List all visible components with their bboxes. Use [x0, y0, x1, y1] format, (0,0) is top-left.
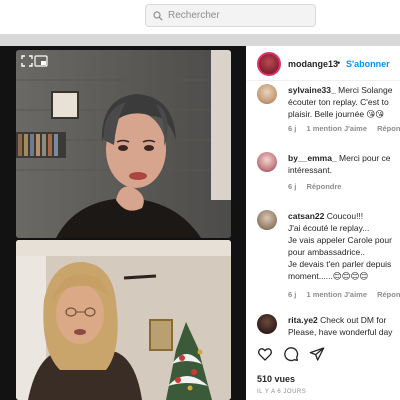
post-actions: [257, 346, 397, 364]
expand-icon[interactable]: [20, 54, 34, 68]
avatar[interactable]: [257, 210, 277, 230]
comment-line: J'ai écouté le replay...: [288, 223, 370, 233]
divider: [247, 80, 400, 81]
comment-likes[interactable]: 1 mention J'aime: [306, 124, 367, 133]
top-bar: [0, 0, 400, 34]
heart-icon[interactable]: [257, 346, 273, 362]
separator-dot: •: [337, 58, 341, 68]
comment-line: Check out DM for: [320, 315, 387, 325]
comment-line: intéressant.: [288, 165, 332, 175]
comment-line: Merci pour ce: [339, 153, 391, 163]
comment-line: Je devais t'en parler depuis: [288, 259, 392, 269]
reply-button[interactable]: Répon: [377, 124, 400, 133]
comment-username[interactable]: catsan22: [288, 211, 324, 221]
comment-icon[interactable]: [283, 346, 299, 362]
reply-button[interactable]: Répon: [377, 290, 400, 299]
overlay-strip: [0, 34, 400, 46]
view-count: 510 vues: [257, 374, 296, 384]
reply-button[interactable]: Répondre: [306, 182, 341, 191]
search-bar[interactable]: [145, 4, 316, 27]
follow-button[interactable]: S'abonner: [346, 59, 390, 69]
comment-meta: 6 j 1 mention J'aime Répon: [288, 124, 400, 133]
avatar[interactable]: [257, 84, 277, 104]
comment-meta: 6 j 1 mention J'aime Répon: [288, 290, 400, 299]
post-header: modange13 • S'abonner: [247, 52, 400, 82]
avatar[interactable]: [257, 152, 277, 172]
comment-line: Merci Solange: [338, 85, 393, 95]
avatar[interactable]: [257, 314, 277, 334]
comment-line: plaisir. Belle journée 😘😘: [288, 109, 385, 119]
search-icon: [153, 10, 163, 21]
comment-age: 6 j: [288, 290, 297, 299]
video-panel-host[interactable]: [16, 50, 231, 238]
comment-text: catsan22 Coucou!!! J'ai écouté le replay…: [288, 210, 400, 282]
comment-line: écouter ton replay. C'est to: [288, 97, 389, 107]
comment-username[interactable]: by__emma_: [288, 153, 337, 163]
comment-username[interactable]: rita.ye2: [288, 315, 318, 325]
post-timestamp: IL Y A 6 JOURS: [257, 389, 307, 395]
comment-age: 6 j: [288, 182, 297, 191]
post-username[interactable]: modange13: [288, 59, 338, 69]
comment-line: Je vais appeler Carole pour: [288, 235, 392, 245]
comment-meta: 6 j Répondre: [288, 182, 349, 191]
comment-line: Coucou!!!: [326, 211, 364, 221]
guest-video-frame: [16, 240, 231, 400]
search-input[interactable]: [168, 10, 308, 21]
picture-in-picture-icon[interactable]: [34, 55, 48, 67]
comment-line: moment......😊😊😊😊: [288, 271, 369, 281]
comment-text: sylvaine33_ Merci Solange écouter ton re…: [288, 84, 400, 120]
comment-likes[interactable]: 1 mention J'aime: [306, 290, 367, 299]
comment-age: 6 j: [288, 124, 297, 133]
comment-line: Please, have wonderful day: [288, 327, 393, 337]
live-video-area: [0, 46, 246, 400]
comment-text: rita.ye2 Check out DM for Please, have w…: [288, 314, 400, 338]
share-icon[interactable]: [309, 346, 325, 362]
comment-username[interactable]: sylvaine33_: [288, 85, 336, 95]
comments-sidebar: modange13 • S'abonner sylvaine33_ Merci …: [247, 46, 400, 400]
comment-line: pour ambassadrice..: [288, 247, 366, 257]
avatar[interactable]: [257, 52, 281, 76]
host-video-frame: [16, 50, 231, 238]
comment-text: by__emma_ Merci pour ce intéressant.: [288, 152, 400, 176]
video-panel-guest[interactable]: [16, 240, 231, 400]
